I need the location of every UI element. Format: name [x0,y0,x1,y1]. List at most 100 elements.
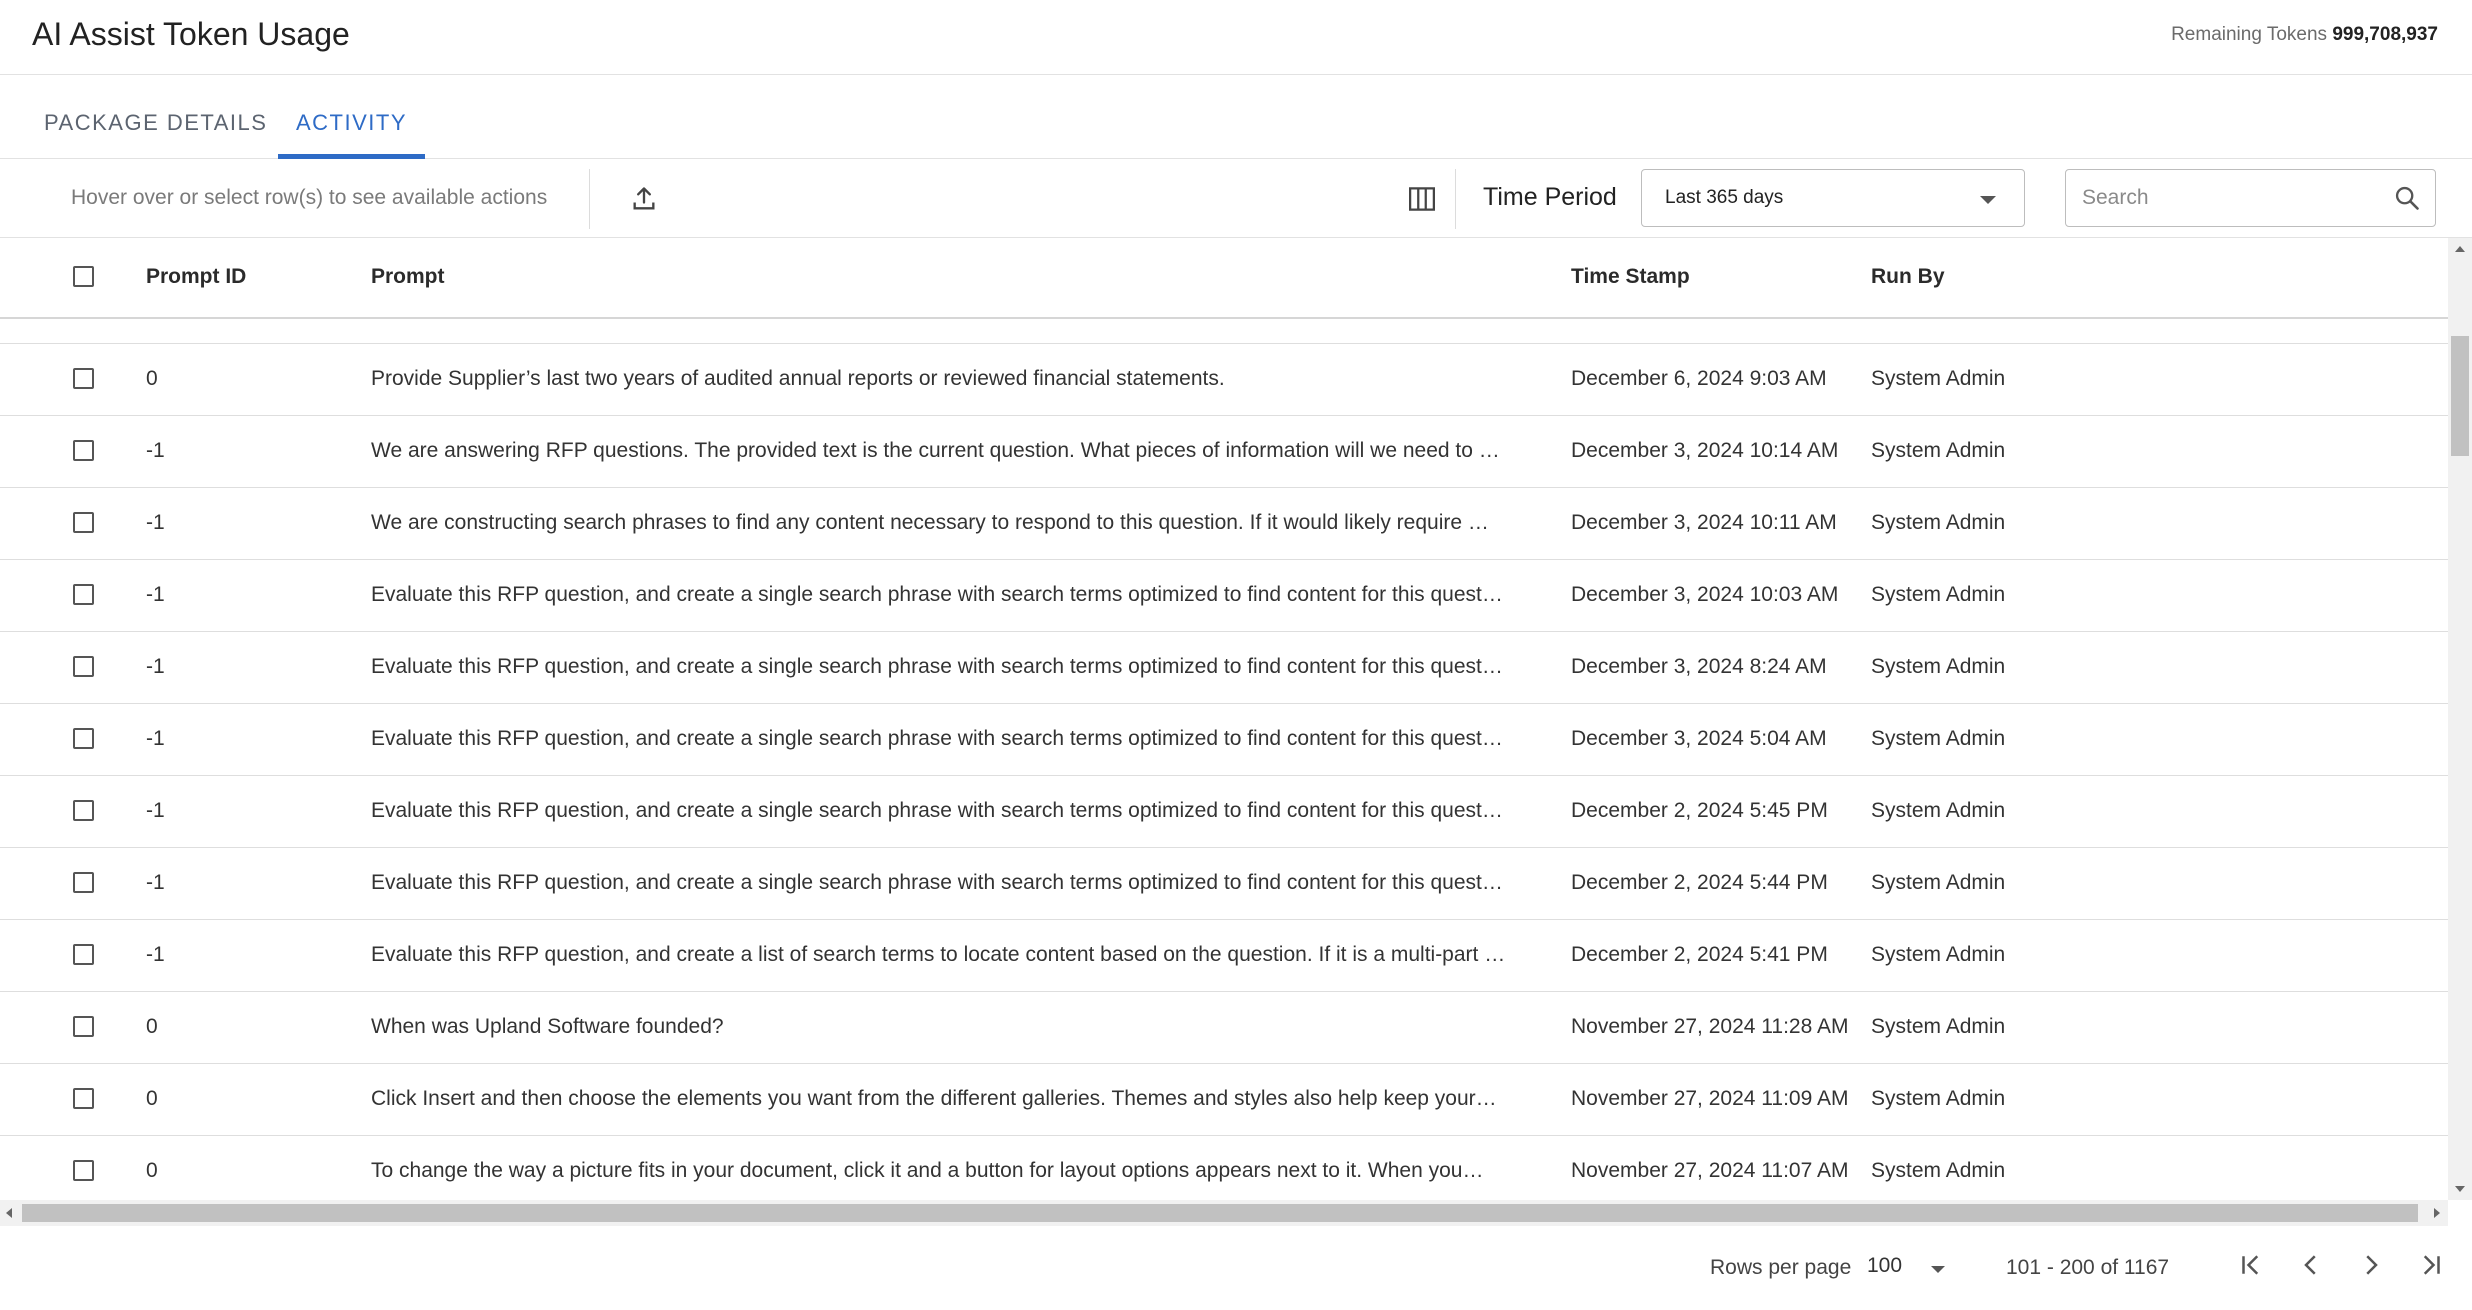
table-row[interactable]: -1 We are answering RFP questions. The pr… [0,416,2448,488]
cell-prompt-id: 0 [146,367,158,390]
columns-button[interactable] [1402,179,1442,219]
table-row[interactable]: -1 Evaluate this RFP question, and create… [0,776,2448,848]
time-period-label: Time Period [1483,183,1617,211]
cell-prompt-id: -1 [146,799,165,822]
pagination-range: 101 - 200 of 1167 [2006,1256,2170,1279]
cell-prompt: When was Upland Software founded? [371,1015,724,1038]
cell-run-by: System Admin [1871,439,2006,462]
activity-table: Prompt ID Prompt Time Stamp Run By 0Defi… [0,238,2448,1200]
cell-prompt: Evaluate this RFP question, and create a… [371,871,1503,894]
table-row[interactable]: -1 Evaluate this RFP question, and create… [0,920,2448,992]
search-icon[interactable] [2393,184,2421,212]
export-button[interactable] [624,179,664,219]
cell-time-stamp: December 3, 2024 5:04 AM [1571,727,1827,750]
row-checkbox[interactable] [73,944,94,965]
scroll-down-icon[interactable] [2455,1186,2465,1192]
cell-run-by: System Admin [1871,655,2006,678]
cell-prompt: Evaluate this RFP question, and create a… [371,799,1503,822]
column-header-run-by[interactable]: Run By [1871,265,1945,289]
row-checkbox[interactable] [73,440,94,461]
cell-time-stamp: December 6, 2024 9:03 AM [1571,367,1827,390]
horizontal-scroll-thumb[interactable] [22,1204,2418,1222]
cell-prompt-id: -1 [146,655,165,678]
rows-per-page-label: Rows per page [1710,1256,1852,1279]
table-row[interactable]: -1 Evaluate this RFP question, and create… [0,632,2448,704]
table-header: Prompt ID Prompt Time Stamp Run By [0,238,2448,319]
table-row[interactable]: -1 We are constructing search phrases to … [0,488,2448,560]
column-header-prompt[interactable]: Prompt [371,265,445,289]
table-row[interactable]: 0 When was Upland Software founded? Novemb… [0,992,2448,1064]
cell-prompt-id: -1 [146,511,165,534]
row-checkbox[interactable] [73,584,94,605]
cell-time-stamp: December 3, 2024 10:03 AM [1571,583,1839,606]
cell-prompt: To change the way a picture fits in your… [371,1159,1484,1182]
cell-prompt-id: -1 [146,871,165,894]
cell-run-by: System Admin [1871,871,2006,894]
column-header-prompt-id[interactable]: Prompt ID [146,265,246,289]
cell-time-stamp: November 27, 2024 11:28 AM [1571,1015,1849,1038]
scroll-left-icon[interactable] [6,1208,12,1218]
tab-activity-label: ACTIVITY [296,110,408,135]
previous-page-icon[interactable] [2296,1250,2326,1280]
column-header-time-stamp[interactable]: Time Stamp [1571,265,1690,289]
remaining-tokens-value: 999,708,937 [2332,24,2438,45]
select-all-checkbox[interactable] [73,266,94,287]
last-page-icon[interactable] [2416,1250,2446,1280]
row-checkbox[interactable] [73,1016,94,1037]
row-checkbox[interactable] [73,512,94,533]
table-row[interactable]: -1 Evaluate this RFP question, and create… [0,560,2448,632]
cell-run-by: System Admin [1871,943,2006,966]
cell-run-by: System Admin [1871,583,2006,606]
tab-bar: PACKAGE DETAILS ACTIVITY [0,75,2472,159]
cell-run-by: System Admin [1871,799,2006,822]
cell-prompt-id: -1 [146,439,165,462]
row-checkbox[interactable] [73,368,94,389]
search-input[interactable] [2082,180,2382,216]
table-row[interactable]: -1 Evaluate this RFP question, and create… [0,704,2448,776]
cell-time-stamp: December 3, 2024 10:11 AM [1571,511,1837,534]
cell-prompt: Provide Supplier’s last two years of aud… [371,367,1225,390]
table-row[interactable]: 0 Click Insert and then choose the elemen… [0,1064,2448,1136]
time-period-select[interactable]: Last 365 days [1641,169,2025,227]
row-checkbox[interactable] [73,800,94,821]
vertical-scroll-thumb[interactable] [2451,336,2469,456]
cell-run-by: System Admin [1871,511,2006,534]
row-checkbox[interactable] [73,872,94,893]
cell-run-by: System Admin [1871,727,2006,750]
chevron-down-icon [1980,196,1996,204]
cell-prompt: We are answering RFP questions. The prov… [371,439,1500,462]
cell-prompt-id: 0 [146,1087,158,1110]
cell-prompt: Click Insert and then choose the element… [371,1087,1497,1110]
horizontal-scrollbar[interactable] [0,1200,2448,1226]
cell-time-stamp: December 2, 2024 5:44 PM [1571,871,1828,894]
next-page-icon[interactable] [2356,1250,2386,1280]
remaining-tokens-label: Remaining Tokens [2171,24,2328,45]
table-row[interactable]: 0 Provide Supplier’s last two years of au… [0,344,2448,416]
columns-icon [1409,187,1435,211]
tab-package-details-label: PACKAGE DETAILS [44,110,268,135]
cell-prompt-id: -1 [146,583,165,606]
remaining-tokens: Remaining Tokens 999,708,937 [2171,24,2438,46]
cell-prompt: Evaluate this RFP question, and create a… [371,583,1503,606]
pagination-bar: Rows per page 100 101 - 200 of 1167 [0,1226,2472,1310]
row-checkbox[interactable] [73,1088,94,1109]
app-header: AI Assist Token Usage Remaining Tokens 9… [0,0,2472,75]
chevron-down-icon[interactable] [1931,1266,1945,1273]
cell-run-by: System Admin [1871,1159,2006,1182]
cell-prompt: Evaluate this RFP question, and create a… [371,727,1503,750]
tab-activity[interactable]: ACTIVITY [278,75,426,159]
upload-icon [633,187,655,210]
row-checkbox[interactable] [73,656,94,677]
rows-per-page-select[interactable]: 100 [1867,1254,1902,1278]
row-checkbox[interactable] [73,1160,94,1181]
vertical-scrollbar[interactable] [2448,238,2472,1200]
row-checkbox[interactable] [73,728,94,749]
tab-package-details[interactable]: PACKAGE DETAILS [26,75,285,159]
first-page-icon[interactable] [2236,1250,2266,1280]
scroll-up-icon[interactable] [2455,246,2465,252]
cell-time-stamp: November 27, 2024 11:07 AM [1571,1159,1849,1182]
grid-toolbar: Hover over or select row(s) to see avail… [0,159,2472,238]
scroll-right-icon[interactable] [2434,1208,2440,1218]
table-row[interactable]: -1 Evaluate this RFP question, and create… [0,848,2448,920]
table-row[interactable]: 0 To change the way a picture fits in you… [0,1136,2448,1200]
